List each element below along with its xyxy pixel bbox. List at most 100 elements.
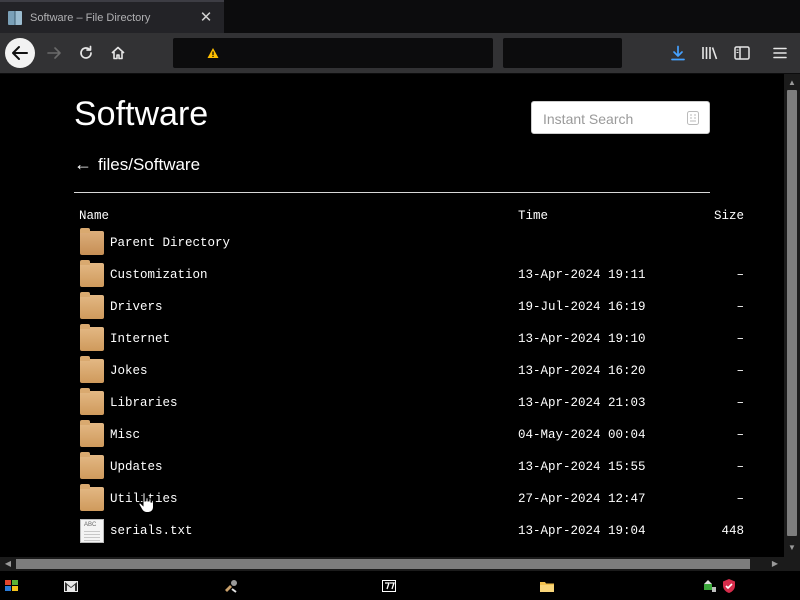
favicon-icon bbox=[8, 10, 22, 25]
table-row[interactable]: Libraries 13-Apr-2024 21:03 – bbox=[74, 388, 744, 420]
vertical-scrollbar[interactable]: ▲ ▼ bbox=[784, 74, 800, 557]
tab-close-icon[interactable]: ✕ bbox=[198, 9, 214, 26]
item-size: – bbox=[736, 268, 744, 282]
forward-button[interactable] bbox=[38, 37, 70, 69]
address-bar[interactable] bbox=[173, 38, 493, 68]
table-row[interactable]: ABC serials.txt 13-Apr-2024 19:04 448 bbox=[74, 516, 744, 548]
item-time: 27-Apr-2024 12:47 bbox=[518, 492, 646, 506]
directory-listing: Name Time Size Parent Directory Customiz… bbox=[74, 204, 744, 548]
page-content: Software ← files/Software Name Time Size… bbox=[0, 74, 784, 557]
arrow-left-icon bbox=[12, 46, 28, 60]
security-shield-icon[interactable] bbox=[721, 578, 737, 594]
folder-icon bbox=[80, 452, 104, 479]
scrollbar-corner bbox=[784, 557, 800, 571]
item-name-link[interactable]: Customization bbox=[110, 268, 208, 282]
page-title: Software bbox=[74, 95, 209, 133]
item-name-link[interactable]: Drivers bbox=[110, 300, 163, 314]
item-time: 04-May-2024 00:04 bbox=[518, 428, 646, 442]
table-row[interactable]: Misc 04-May-2024 00:04 – bbox=[74, 420, 744, 452]
folder-icon bbox=[80, 292, 104, 319]
menu-button[interactable] bbox=[764, 37, 796, 69]
item-time: 13-Apr-2024 15:55 bbox=[518, 460, 646, 474]
item-size: – bbox=[736, 460, 744, 474]
back-button[interactable] bbox=[4, 37, 36, 69]
folder-icon bbox=[80, 324, 104, 351]
item-name-link[interactable]: Libraries bbox=[110, 396, 178, 410]
browser-tab[interactable]: Software – File Directory ✕ bbox=[0, 0, 224, 33]
7zip-app-icon[interactable] bbox=[381, 578, 397, 594]
breadcrumb-path[interactable]: files/Software bbox=[98, 155, 200, 175]
navigation-toolbar bbox=[0, 33, 800, 74]
table-row[interactable]: Utilities 27-Apr-2024 12:47 – bbox=[74, 484, 744, 516]
keyboard-shortcut-icon bbox=[687, 111, 699, 125]
library-icon bbox=[702, 47, 718, 60]
column-header-time[interactable]: Time bbox=[518, 209, 548, 223]
item-time: 13-Apr-2024 19:10 bbox=[518, 332, 646, 346]
scroll-right-arrow-icon[interactable]: ▶ bbox=[768, 557, 782, 571]
browser-search-bar[interactable] bbox=[503, 38, 622, 68]
sidebar-button[interactable] bbox=[726, 37, 758, 69]
folder-up-icon bbox=[80, 228, 104, 255]
home-button[interactable] bbox=[102, 37, 134, 69]
table-row[interactable]: Internet 13-Apr-2024 19:10 – bbox=[74, 324, 744, 356]
listing-header: Name Time Size bbox=[74, 204, 744, 228]
scroll-up-arrow-icon[interactable]: ▲ bbox=[784, 76, 800, 90]
scroll-left-arrow-icon[interactable]: ◀ bbox=[1, 557, 15, 571]
item-time: 13-Apr-2024 19:11 bbox=[518, 268, 646, 282]
item-size: 448 bbox=[721, 524, 744, 538]
home-icon bbox=[111, 46, 125, 60]
vertical-scroll-thumb[interactable] bbox=[787, 90, 797, 536]
reload-icon bbox=[80, 45, 92, 59]
warning-icon bbox=[207, 48, 219, 58]
file-icon-label: ABC bbox=[84, 522, 97, 528]
start-menu-icon[interactable] bbox=[4, 578, 20, 594]
table-row[interactable]: Updates 13-Apr-2024 15:55 – bbox=[74, 452, 744, 484]
column-header-name[interactable]: Name bbox=[79, 209, 109, 223]
library-button[interactable] bbox=[694, 37, 726, 69]
horizontal-scrollbar[interactable]: ◀ ▶ bbox=[0, 557, 784, 571]
column-header-size[interactable]: Size bbox=[714, 209, 744, 223]
item-name-link[interactable]: Updates bbox=[110, 460, 163, 474]
table-row[interactable]: Drivers 19-Jul-2024 16:19 – bbox=[74, 292, 744, 324]
item-name-link[interactable]: serials.txt bbox=[110, 524, 193, 538]
item-time: 13-Apr-2024 21:03 bbox=[518, 396, 646, 410]
item-name-link[interactable]: Jokes bbox=[110, 364, 148, 378]
header-divider bbox=[74, 192, 710, 193]
reload-button[interactable] bbox=[70, 37, 102, 69]
item-size: – bbox=[736, 492, 744, 506]
item-size: – bbox=[736, 396, 744, 410]
table-row[interactable]: Jokes 13-Apr-2024 16:20 – bbox=[74, 356, 744, 388]
file-explorer-icon[interactable] bbox=[539, 578, 555, 594]
parent-directory-row[interactable]: Parent Directory bbox=[74, 228, 734, 260]
sidebar-icon bbox=[734, 46, 750, 60]
mail-app-icon[interactable] bbox=[63, 578, 79, 594]
downloads-button[interactable] bbox=[662, 37, 694, 69]
tab-title: Software – File Directory bbox=[30, 11, 151, 24]
folder-icon bbox=[80, 484, 104, 511]
folder-icon bbox=[80, 260, 104, 287]
item-name-link[interactable]: Misc bbox=[110, 428, 140, 442]
item-time: 13-Apr-2024 19:04 bbox=[518, 524, 646, 538]
item-time: 13-Apr-2024 16:20 bbox=[518, 364, 646, 378]
item-size: – bbox=[736, 364, 744, 378]
item-name-link[interactable]: Internet bbox=[110, 332, 170, 346]
scroll-down-arrow-icon[interactable]: ▼ bbox=[784, 541, 800, 555]
instant-search-input[interactable] bbox=[532, 102, 690, 135]
tab-strip: Software – File Directory ✕ bbox=[0, 0, 800, 33]
instant-search-box[interactable] bbox=[531, 101, 710, 135]
folder-icon bbox=[80, 388, 104, 415]
parent-directory-link[interactable]: Parent Directory bbox=[110, 236, 230, 250]
item-size: – bbox=[736, 300, 744, 314]
tools-app-icon[interactable] bbox=[223, 578, 239, 594]
download-icon bbox=[671, 45, 685, 61]
hand-cursor-icon bbox=[138, 492, 154, 513]
item-size: – bbox=[736, 332, 744, 346]
breadcrumb[interactable]: ← files/Software bbox=[74, 154, 200, 175]
folder-icon bbox=[80, 420, 104, 447]
network-tray-icon[interactable] bbox=[702, 578, 718, 594]
horizontal-scroll-thumb[interactable] bbox=[16, 559, 750, 569]
table-row[interactable]: Customization 13-Apr-2024 19:11 – bbox=[74, 260, 744, 292]
back-arrow-icon[interactable]: ← bbox=[74, 154, 92, 175]
hamburger-menu-icon bbox=[773, 47, 787, 59]
text-file-icon: ABC bbox=[80, 519, 104, 543]
